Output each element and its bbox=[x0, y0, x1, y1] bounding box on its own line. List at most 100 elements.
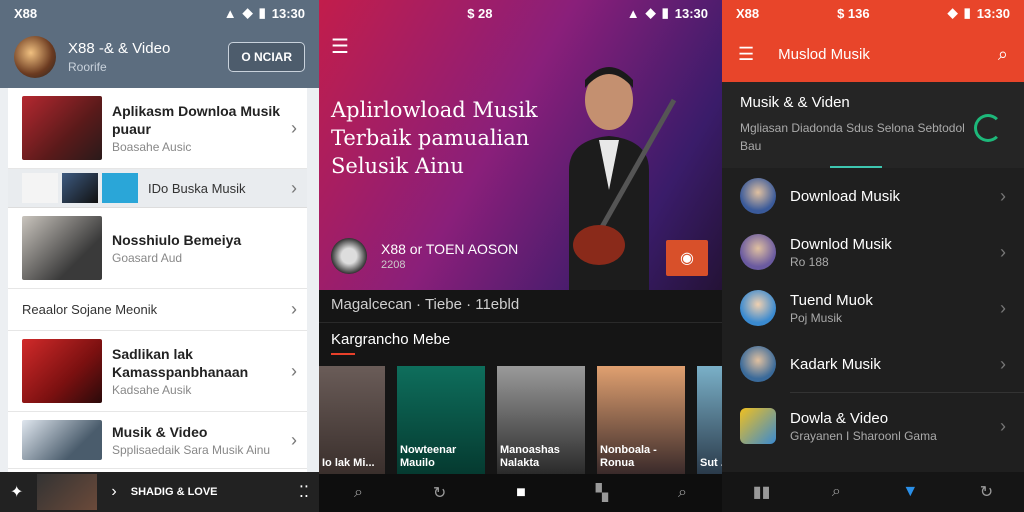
featured-subtitle: Mgliasan Diadonda Sdus Selona Sebtodol B… bbox=[740, 121, 965, 153]
home-icon[interactable]: ■ bbox=[516, 484, 526, 502]
artist-year: 2208 bbox=[381, 259, 406, 271]
app-bar: ☰ Muslod Musik ⌕ bbox=[722, 26, 1024, 82]
hero-caption: Magalcecan · Tiebe · 11ebld bbox=[331, 296, 520, 313]
list-item[interactable]: Sadlikan lak Kamasspanbhanaan Kadsahe Au… bbox=[8, 331, 307, 412]
carrier-label: X88 bbox=[14, 5, 38, 21]
avatar bbox=[740, 408, 776, 444]
card-label: Nowteenar Mauilo bbox=[400, 444, 457, 469]
signal-icon: ▲ bbox=[626, 5, 640, 21]
app-title: Muslod Musik bbox=[778, 45, 870, 63]
item-title: Reaalor Sojane Meonik bbox=[22, 302, 158, 317]
item-title: Tuend Muok bbox=[790, 291, 873, 309]
album-thumbnail bbox=[22, 96, 102, 160]
divider bbox=[319, 322, 722, 323]
avatar bbox=[740, 234, 776, 270]
bottom-nav: ⌕ ↻ ■ ▚ ⌕ bbox=[319, 474, 722, 512]
menu-icon[interactable]: ☰ bbox=[738, 44, 754, 65]
item-title: Dowla & Video bbox=[790, 409, 889, 427]
card-carousel: Io lak Mi... Nowteenar Mauilo Manoashas … bbox=[319, 366, 722, 474]
refresh-icon[interactable]: ↻ bbox=[433, 483, 446, 503]
search-icon[interactable]: ⌕ bbox=[354, 484, 363, 502]
media-card[interactable]: Nonboala - Ronua bbox=[597, 366, 685, 474]
list-item[interactable]: Tuend Muok Poj Musik › bbox=[722, 280, 1024, 336]
wifi-icon: ◆ bbox=[242, 5, 253, 20]
profile-subtitle: Roorife bbox=[68, 60, 107, 74]
chevron-right-icon: › bbox=[291, 117, 297, 138]
list-item[interactable]: IDo Buska Musik › bbox=[8, 169, 307, 208]
chevron-down-icon[interactable]: ▼ bbox=[902, 483, 918, 501]
next-icon[interactable]: › bbox=[111, 483, 116, 501]
media-card[interactable]: Io lak Mi... bbox=[319, 366, 385, 474]
profile-title: X88 -& & Video bbox=[68, 40, 171, 57]
refresh-icon[interactable] bbox=[974, 114, 1002, 142]
item-subtitle: Grayanen I Sharoonl Gama bbox=[790, 428, 937, 443]
card-label: Io lak Mi... bbox=[322, 457, 375, 469]
artist-avatar bbox=[331, 238, 367, 274]
list-item[interactable]: Musik & Video Spplisaedaik Sara Musik Ai… bbox=[8, 412, 307, 469]
item-subtitle: Spplisaedaik Sara Musik Ainu bbox=[112, 443, 271, 457]
now-playing-art bbox=[37, 474, 98, 510]
card-label: Manoashas Nalakta bbox=[500, 444, 560, 469]
now-playing-brand: SHADIG & LOVE bbox=[130, 485, 218, 498]
signal-icon: ▲ bbox=[223, 5, 237, 21]
list-item[interactable]: Reaalor Sojane Meonik › bbox=[8, 289, 307, 331]
app-logo-icon[interactable]: ◉ bbox=[666, 240, 708, 276]
list-item[interactable]: Kadark Musik › bbox=[722, 336, 1024, 392]
chevron-right-icon: › bbox=[1000, 297, 1006, 318]
list-item[interactable]: Download Musik › bbox=[722, 168, 1024, 224]
chevron-right-icon: › bbox=[291, 299, 297, 319]
chevron-right-icon: › bbox=[1000, 353, 1006, 374]
item-title: Kadark Musik bbox=[790, 355, 881, 373]
hero-banner: $ 28 ▲ ◆ ▮ 13:30 ☰ Aplirlowload Musik Te… bbox=[319, 0, 722, 290]
chevron-right-icon: › bbox=[1000, 415, 1006, 436]
library-icon[interactable]: ▚ bbox=[596, 483, 608, 503]
carrier-label: X88 bbox=[736, 5, 760, 21]
hero-headline: Aplirlowload Musik Terbaik pamualian Sel… bbox=[331, 98, 538, 178]
media-card[interactable]: Sut ... bbox=[697, 366, 722, 474]
center-screen: $ 28 ▲ ◆ ▮ 13:30 ☰ Aplirlowload Musik Te… bbox=[319, 0, 722, 512]
chart-icon[interactable]: ▮▮ bbox=[753, 482, 771, 502]
avatar[interactable] bbox=[14, 36, 56, 78]
wifi-icon: ◆ bbox=[645, 5, 656, 20]
menu-icon[interactable]: ☰ bbox=[331, 34, 349, 59]
status-bar: X88 $ 136 ◆ ▮ 13:30 bbox=[722, 0, 1024, 26]
header-action-button[interactable]: O NCIAR bbox=[228, 42, 305, 72]
list-item[interactable]: Nosshiulo Bemeiya Goasard Aud bbox=[8, 208, 307, 289]
video-icon bbox=[102, 173, 138, 203]
section-title: Kargrancho Mebe bbox=[331, 331, 451, 348]
mini-player[interactable]: ✦ › SHADIG & LOVE ⁚⁚ bbox=[0, 472, 319, 512]
clock-label: 13:30 bbox=[674, 5, 708, 21]
featured-title: Musik & & Viden bbox=[740, 94, 850, 111]
section-underline bbox=[331, 353, 355, 355]
music-list: Download Musik › Downlod Musik Ro 188 › … bbox=[722, 168, 1024, 459]
refresh-icon[interactable]: ↻ bbox=[980, 482, 993, 502]
clock-label: 13:30 bbox=[271, 5, 305, 21]
status-center-label: $ 28 bbox=[467, 5, 493, 21]
item-subtitle: Goasard Aud bbox=[112, 251, 183, 265]
list-item[interactable]: Aplikasm Downloa Musik puaur Boasahe Aus… bbox=[8, 88, 307, 169]
item-title: IDo Buska Musik bbox=[148, 180, 246, 196]
album-thumbnail bbox=[22, 216, 102, 280]
battery-icon: ▮ bbox=[963, 5, 971, 20]
item-subtitle: Kadsahe Ausik bbox=[112, 383, 192, 397]
search-icon[interactable]: ⌕ bbox=[678, 484, 687, 502]
featured-header: Musik & & Viden Mgliasan Diadonda Sdus S… bbox=[722, 82, 1024, 168]
chevron-right-icon: › bbox=[291, 177, 297, 198]
artist-name: X88 or TOEN AOSON bbox=[381, 241, 519, 257]
album-thumbnail bbox=[22, 339, 102, 403]
search-icon[interactable]: ⌕ bbox=[832, 483, 841, 501]
status-bar: X88 ▲ ◆ ▮ 13:30 bbox=[0, 0, 319, 26]
list-item[interactable]: Dowla & Video Grayanen I Sharoonl Gama › bbox=[722, 393, 1024, 459]
media-card[interactable]: Nowteenar Mauilo bbox=[397, 366, 485, 474]
card-label: Sut ... bbox=[700, 457, 722, 469]
item-title: Downlod Musik bbox=[790, 235, 892, 253]
media-card[interactable]: Manoashas Nalakta bbox=[497, 366, 585, 474]
artist-row[interactable]: X88 or TOEN AOSON 2208 bbox=[331, 238, 518, 274]
avatar bbox=[740, 346, 776, 382]
grid-icon[interactable]: ⁚⁚ bbox=[299, 482, 309, 502]
search-icon[interactable]: ⌕ bbox=[998, 44, 1008, 65]
shuffle-icon[interactable]: ✦ bbox=[10, 482, 23, 502]
list-item[interactable]: Downlod Musik Ro 188 › bbox=[722, 224, 1024, 280]
battery-icon: ▮ bbox=[258, 5, 266, 20]
battery-icon: ▮ bbox=[661, 5, 669, 20]
